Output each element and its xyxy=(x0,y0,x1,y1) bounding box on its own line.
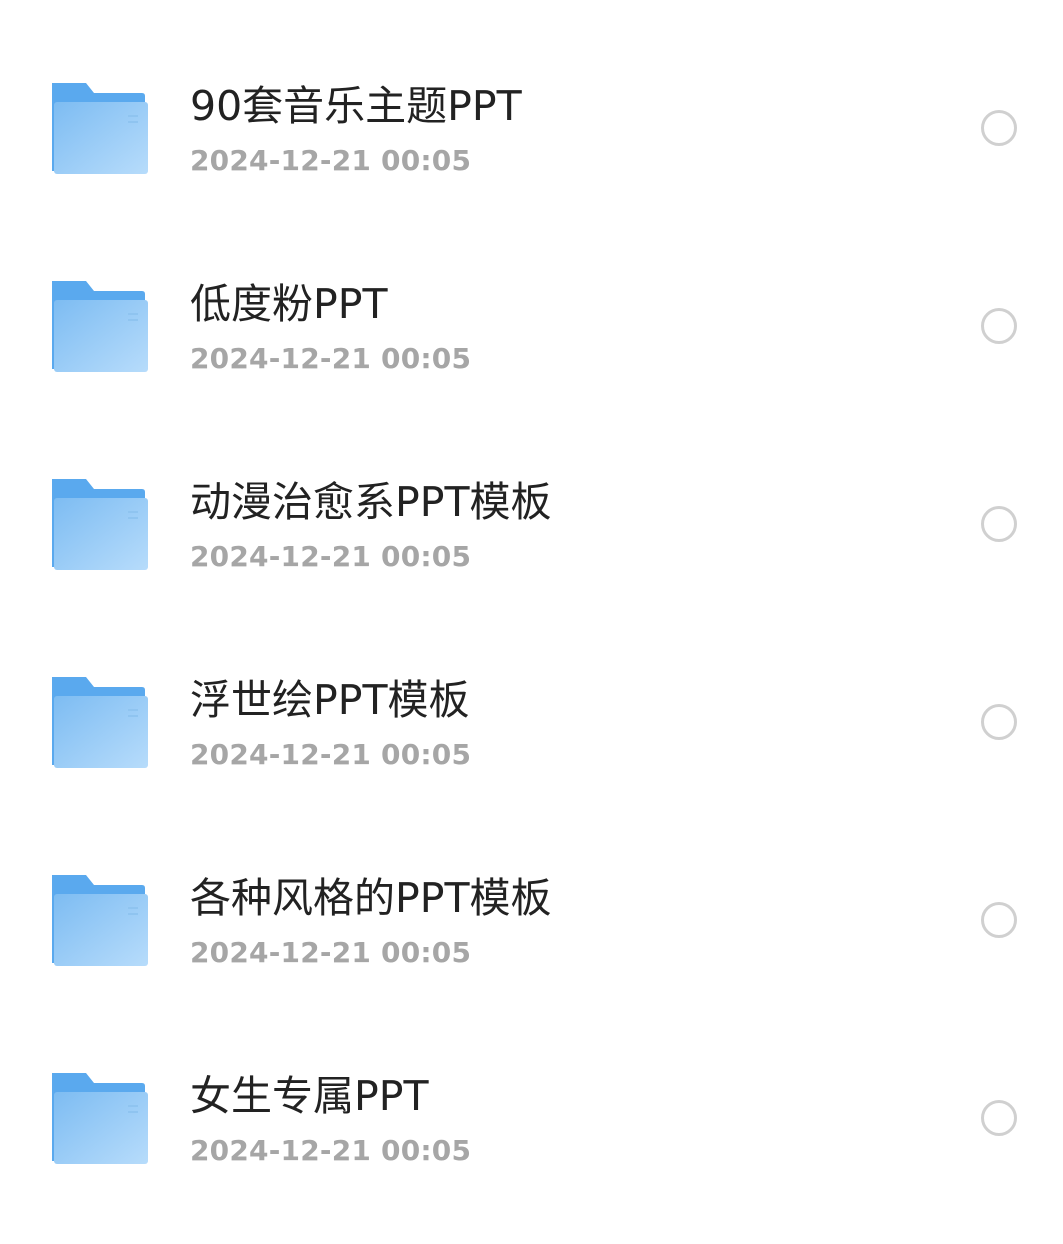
folder-row[interactable]: 浮世绘PPT模板 2024-12-21 00:05 xyxy=(0,594,1063,792)
folder-row[interactable]: 女生专属PPT 2024-12-21 00:05 xyxy=(0,990,1063,1188)
folder-name: 90套音乐主题PPT xyxy=(190,82,522,130)
select-radio[interactable] xyxy=(981,1100,1017,1136)
folder-row[interactable]: 低度粉PPT 2024-12-21 00:05 xyxy=(0,198,1063,396)
folder-icon xyxy=(50,281,148,372)
folder-name: 女生专属PPT xyxy=(190,1072,429,1120)
select-radio[interactable] xyxy=(981,308,1017,344)
folder-date: 2024-12-21 00:05 xyxy=(190,540,472,573)
folder-name: 低度粉PPT xyxy=(190,280,388,328)
folder-icon xyxy=(50,479,148,570)
folder-list: 90套音乐主题PPT 2024-12-21 00:05 低度粉PPT 2024-… xyxy=(0,0,1063,1244)
folder-icon xyxy=(50,83,148,174)
folder-name: 各种风格的PPT模板 xyxy=(190,874,552,922)
select-radio[interactable] xyxy=(981,506,1017,542)
folder-name: 浮世绘PPT模板 xyxy=(190,676,470,724)
folder-date: 2024-12-21 00:05 xyxy=(190,1134,472,1167)
select-radio[interactable] xyxy=(981,902,1017,938)
folder-row[interactable]: 90套音乐主题PPT 2024-12-21 00:05 xyxy=(0,0,1063,198)
folder-row[interactable]: 各种风格的PPT模板 2024-12-21 00:05 xyxy=(0,792,1063,990)
folder-date: 2024-12-21 00:05 xyxy=(190,936,472,969)
folder-row[interactable]: 动漫治愈系PPT模板 2024-12-21 00:05 xyxy=(0,396,1063,594)
folder-date: 2024-12-21 00:05 xyxy=(190,738,472,771)
folder-icon xyxy=(50,1073,148,1164)
select-radio[interactable] xyxy=(981,110,1017,146)
select-radio[interactable] xyxy=(981,704,1017,740)
folder-icon xyxy=(50,875,148,966)
folder-icon xyxy=(50,677,148,768)
folder-date: 2024-12-21 00:05 xyxy=(190,342,472,375)
folder-date: 2024-12-21 00:05 xyxy=(190,144,472,177)
folder-name: 动漫治愈系PPT模板 xyxy=(190,478,552,526)
